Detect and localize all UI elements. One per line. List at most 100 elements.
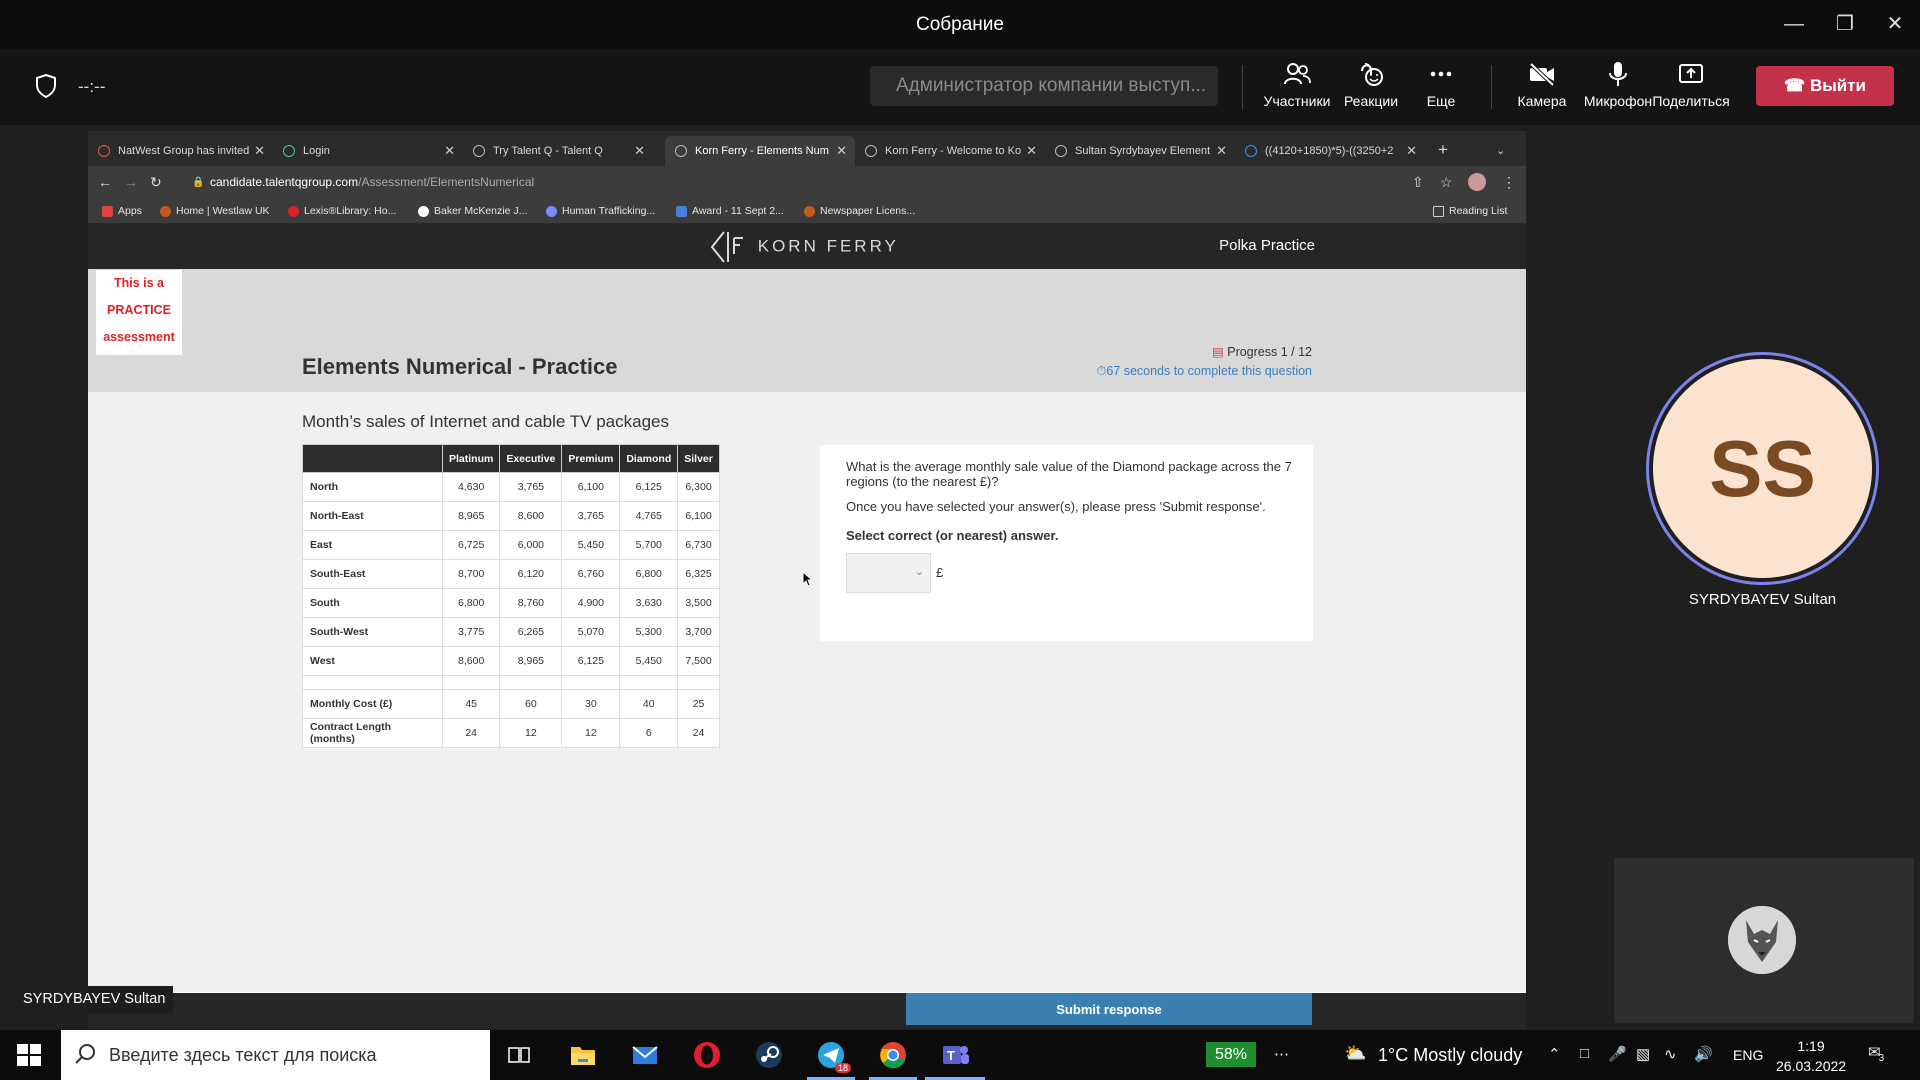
table-header-cell: Platinum	[441, 444, 501, 473]
steam-icon[interactable]	[753, 1039, 785, 1071]
leave-button[interactable]: ☎ Выйти	[1756, 66, 1894, 106]
row-label: East	[302, 530, 443, 560]
close-tab-icon[interactable]: ✕	[1026, 136, 1037, 166]
volume-icon[interactable]: 🔊	[1694, 1045, 1713, 1063]
row-label: Contract Length (months)	[302, 718, 443, 748]
bookmark-star-icon[interactable]: ☆	[1440, 174, 1453, 191]
browser-menu-icon[interactable]: ⋮	[1502, 174, 1516, 191]
opera-icon[interactable]	[691, 1039, 723, 1071]
bookmark-award[interactable]: Award - 11 Sept 2...	[676, 205, 784, 217]
table-header-cell: Executive	[499, 444, 563, 473]
network-activity-icon[interactable]: ⋯	[1274, 1045, 1289, 1063]
taskbar-search[interactable]: Введите здесь текст для поиска	[61, 1030, 490, 1080]
tab-search-icon[interactable]: ⌄	[1488, 136, 1518, 166]
table-cell: 3,630	[619, 588, 679, 618]
telegram-icon[interactable]: 18	[815, 1039, 851, 1073]
share-button[interactable]: Поделиться	[1651, 61, 1731, 109]
tab-label: Login	[303, 145, 330, 157]
bookmark-label: Award - 11 Sept 2...	[692, 205, 784, 217]
bookmark-westlaw[interactable]: Home | Westlaw UK	[160, 205, 270, 217]
table-cell: 25	[677, 689, 720, 719]
participant-avatar[interactable]: SS	[1653, 359, 1872, 578]
practice-badge-line: PRACTICE	[107, 303, 171, 317]
table-cell: 8,600	[441, 646, 501, 676]
teams-icon[interactable]: T	[939, 1039, 971, 1071]
camera-off-icon	[1529, 62, 1555, 87]
table-cell: 6	[619, 718, 679, 748]
bookmark-trafficking[interactable]: Human Trafficking...	[546, 205, 655, 217]
mail-icon[interactable]	[629, 1039, 661, 1071]
answer-select-label: Select correct (or nearest) answer.	[846, 528, 1059, 543]
weather-text[interactable]: 1°C Mostly cloudy	[1378, 1045, 1522, 1066]
shared-screen-browser: NatWest Group has invited ✕ Login ✕ Try …	[88, 131, 1526, 1029]
minimize-icon[interactable]: —	[1779, 10, 1809, 40]
lock-icon[interactable]: 🔒	[192, 177, 204, 188]
close-tab-icon[interactable]: ✕	[1406, 136, 1417, 166]
table-cell: 3,700	[677, 617, 720, 647]
table-cell: 3,765	[499, 472, 563, 502]
bookmark-label: Human Trafficking...	[562, 205, 656, 217]
more-button[interactable]: Еще	[1401, 61, 1481, 109]
close-tab-icon[interactable]: ✕	[254, 136, 265, 166]
microphone-tray-icon[interactable]: 🎤	[1608, 1045, 1627, 1063]
new-tab-button[interactable]: +	[1430, 136, 1460, 166]
profile-avatar[interactable]	[1468, 173, 1486, 191]
url-field[interactable]: candidate.talentqgroup.com/Assessment/El…	[210, 175, 534, 189]
table-cell: 5,450	[619, 646, 679, 676]
battery-percent[interactable]: 58%	[1206, 1042, 1256, 1067]
camera-button[interactable]: Камера	[1502, 61, 1582, 109]
globe-icon	[675, 145, 687, 157]
answer-dropdown[interactable]: ⌄	[846, 553, 931, 593]
forward-icon[interactable]: →	[124, 174, 138, 190]
table-row: South-East 8,700 6,120 6,760 6,800 6,325	[302, 559, 720, 589]
close-tab-icon[interactable]: ✕	[1216, 136, 1227, 166]
reading-list[interactable]: Reading List	[1433, 205, 1507, 217]
battery-icon[interactable]: ▧	[1636, 1045, 1650, 1063]
chevron-up-icon[interactable]: ⌃	[1548, 1045, 1561, 1063]
table-row: East 6,725 6,000 5,450 5,700 6,730	[302, 530, 720, 560]
reactions-button[interactable]: Реакции	[1331, 61, 1411, 109]
file-explorer-icon[interactable]	[567, 1039, 599, 1071]
browser-tab-active[interactable]: Korn Ferry - Elements Num ✕	[665, 136, 855, 166]
browser-tab[interactable]: NatWest Group has invited ✕	[88, 136, 273, 166]
row-label: Monthly Cost (£)	[302, 689, 443, 719]
restore-icon[interactable]: ❐	[1830, 10, 1860, 40]
share-icon	[1679, 64, 1703, 83]
close-tab-icon[interactable]: ✕	[634, 136, 645, 166]
submit-response-button[interactable]: Submit response	[906, 993, 1312, 1025]
bookmark-lexis[interactable]: Lexis®Library: Ho...	[288, 205, 396, 217]
practice-badge-line: assessment	[103, 330, 175, 344]
taskbar-clock[interactable]: 1:19 26.03.2022	[1776, 1036, 1846, 1076]
browser-tab[interactable]: Korn Ferry - Welcome to Ko ✕	[855, 136, 1045, 166]
share-page-icon[interactable]: ⇧	[1412, 174, 1424, 191]
browser-tab[interactable]: Sultan Syrdybayev Element ✕	[1045, 136, 1235, 166]
meet-now-icon[interactable]: □	[1580, 1045, 1589, 1062]
task-view-icon[interactable]	[503, 1039, 535, 1071]
mouse-cursor-icon	[802, 571, 814, 587]
close-icon[interactable]: ✕	[1880, 10, 1910, 40]
close-tab-icon[interactable]: ✕	[444, 136, 455, 166]
mic-button[interactable]: Микрофон	[1578, 61, 1658, 109]
leave-label: Выйти	[1809, 76, 1866, 95]
bookmark-apps[interactable]: Apps	[102, 205, 142, 217]
participants-button[interactable]: Участники	[1257, 61, 1337, 109]
stopwatch-icon: ⏱	[1096, 364, 1107, 378]
chrome-icon[interactable]	[877, 1039, 909, 1071]
participant-name: SYRDYBAYEV Sultan	[1688, 591, 1837, 608]
search-placeholder: Введите здесь текст для поиска	[109, 1045, 377, 1065]
language-indicator[interactable]: ENG	[1733, 1047, 1763, 1063]
reload-icon[interactable]: ↻	[150, 174, 162, 191]
wifi-icon[interactable]: ∿	[1664, 1045, 1677, 1063]
browser-tab[interactable]: ((4120+1850)*5)-((3250+2 ✕	[1235, 136, 1425, 166]
table-header-cell: Silver	[677, 444, 720, 473]
back-icon[interactable]: ←	[98, 174, 112, 190]
browser-tab[interactable]: Try Talent Q - Talent Q ✕	[463, 136, 653, 166]
browser-tab[interactable]: Login ✕	[273, 136, 463, 166]
bookmark-newspaper[interactable]: Newspaper Licens...	[804, 205, 915, 217]
close-tab-icon[interactable]: ✕	[836, 136, 847, 166]
notifications-icon[interactable]: ✉3	[1868, 1043, 1886, 1064]
question-panel: What is the average monthly sale value o…	[820, 445, 1313, 641]
bookmark-baker[interactable]: Baker McKenzie J...	[418, 205, 527, 217]
weather-icon[interactable]: ⛅	[1344, 1043, 1366, 1064]
windows-start-icon[interactable]	[17, 1044, 41, 1071]
